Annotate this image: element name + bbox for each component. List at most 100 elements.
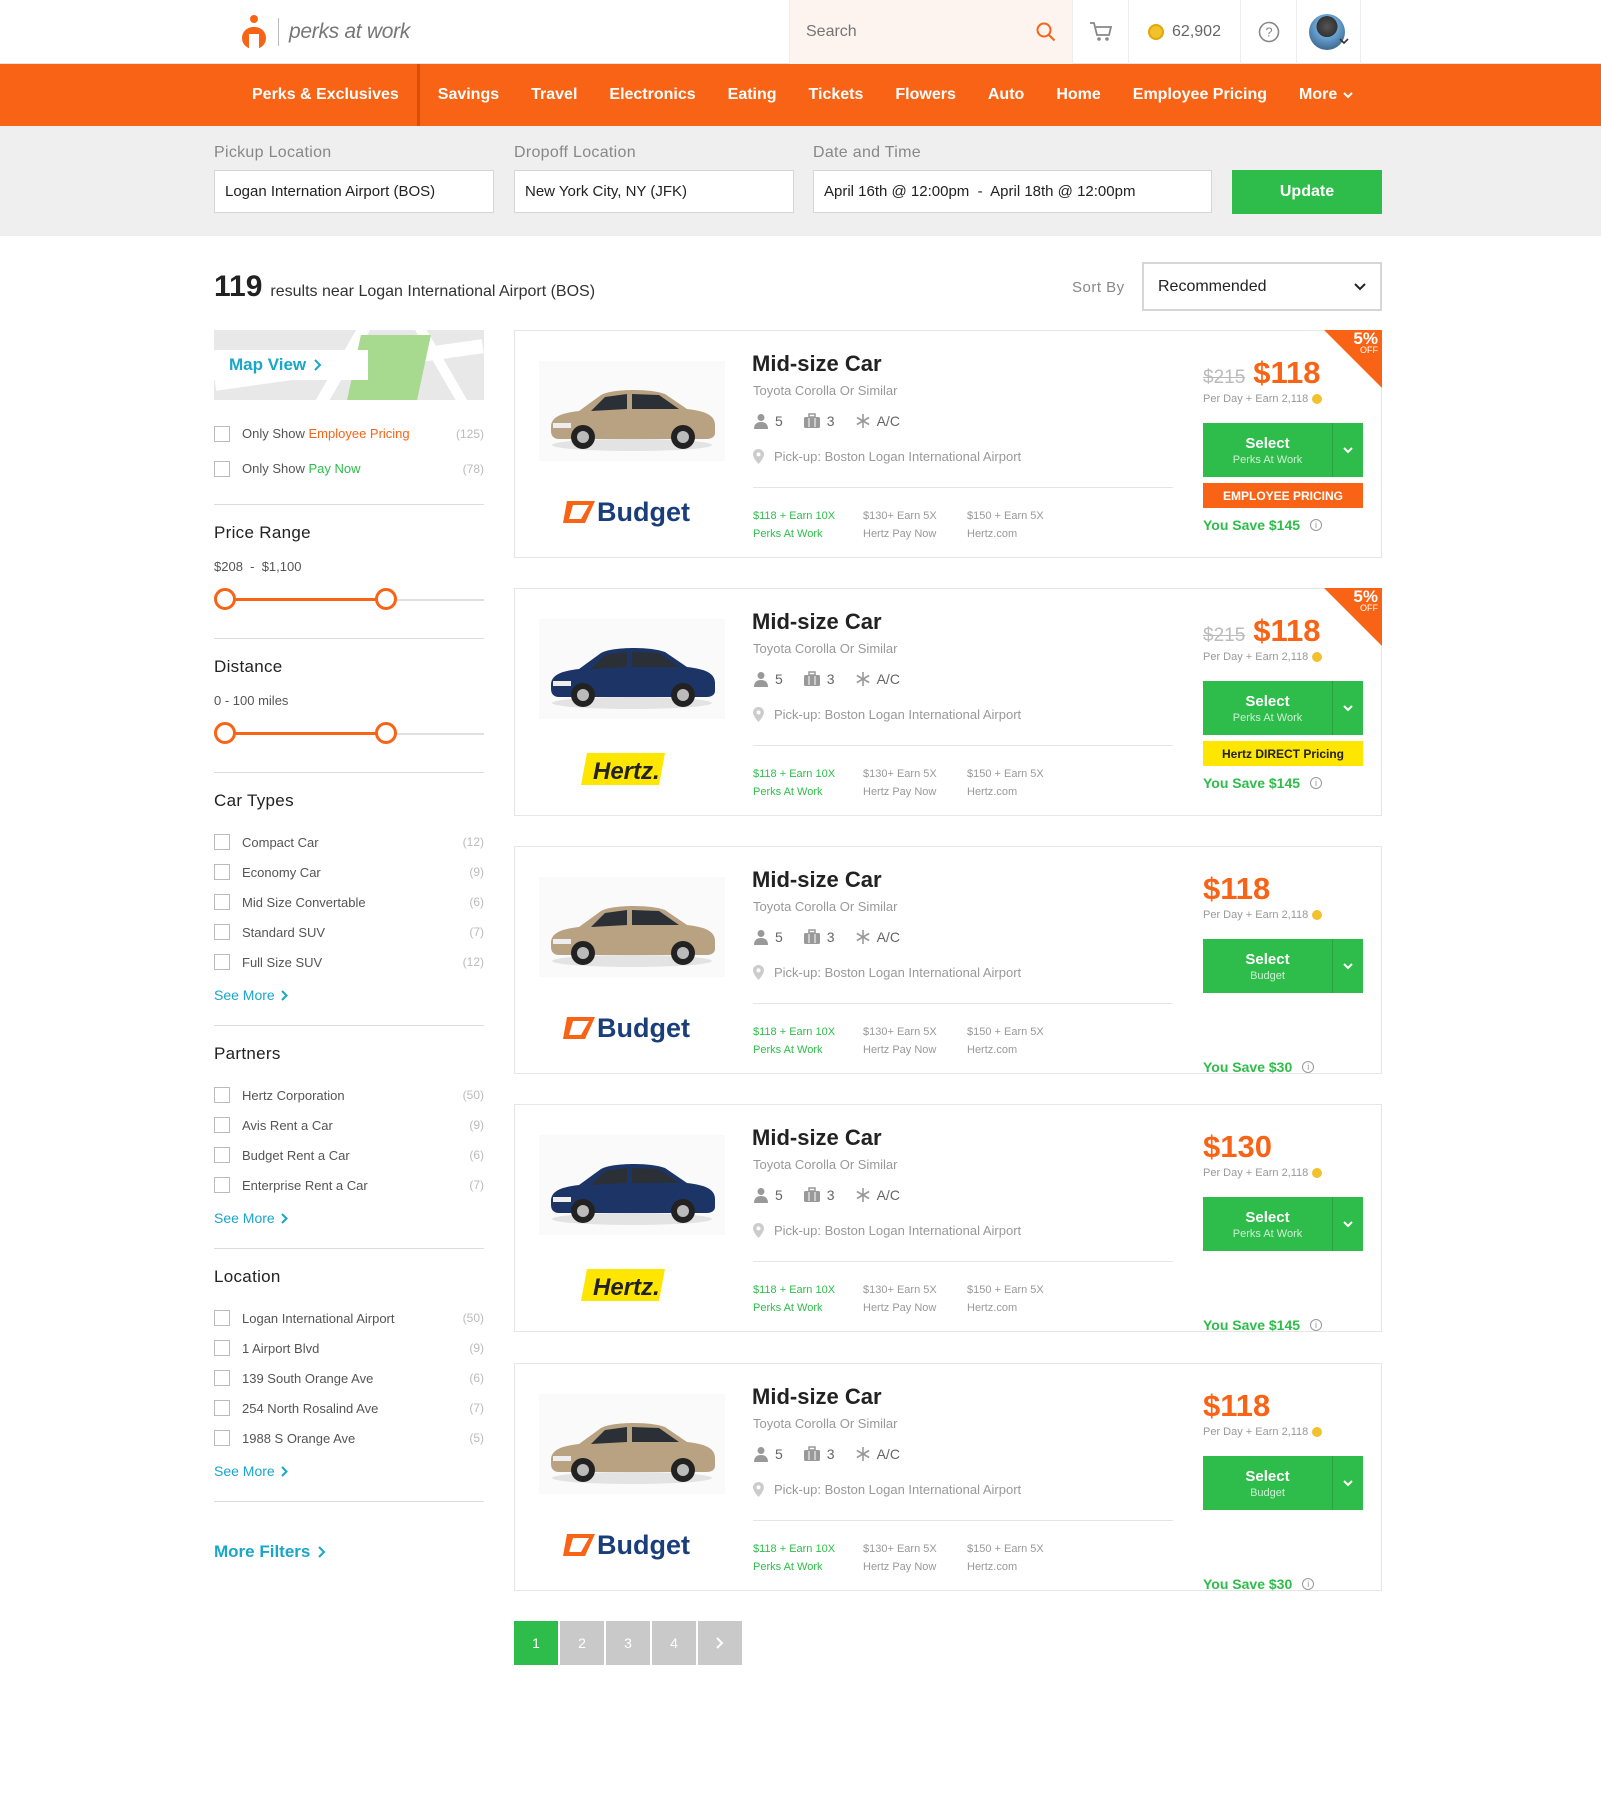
rate-option[interactable]: $130+ Earn 5X Hertz Pay Now [863, 1023, 937, 1059]
update-button[interactable]: Update [1232, 170, 1382, 214]
search-input[interactable] [806, 23, 1036, 41]
rate-option[interactable]: $150 + Earn 5X Hertz.com [967, 1540, 1044, 1576]
checkbox[interactable] [214, 1430, 230, 1446]
car-class-title[interactable]: Mid-size Car [752, 1384, 882, 1410]
checkbox[interactable] [214, 1400, 230, 1416]
nav-item-home[interactable]: Home [1040, 64, 1116, 126]
checkbox[interactable] [214, 1340, 230, 1356]
car-type-filter[interactable]: Economy Car (9) [214, 857, 484, 887]
checkbox[interactable] [214, 425, 230, 442]
car-class-title[interactable]: Mid-size Car [752, 1125, 882, 1151]
checkbox[interactable] [214, 1087, 230, 1103]
partner-filter[interactable]: Avis Rent a Car (9) [214, 1110, 484, 1140]
rate-option[interactable]: $130+ Earn 5X Hertz Pay Now [863, 1540, 937, 1576]
checkbox[interactable] [214, 924, 230, 940]
rate-option[interactable]: $130+ Earn 5X Hertz Pay Now [863, 1281, 937, 1317]
car-type-filter[interactable]: Mid Size Convertable (6) [214, 887, 484, 917]
distance-max-handle[interactable] [375, 722, 398, 744]
nav-item-perks-exclusives[interactable]: Perks & Exclusives [236, 64, 420, 126]
car-photo[interactable] [539, 1394, 725, 1494]
nav-item-auto[interactable]: Auto [972, 64, 1040, 126]
page-button[interactable]: 2 [560, 1621, 604, 1665]
rate-option[interactable]: $130+ Earn 5X Hertz Pay Now [863, 765, 937, 801]
date-input[interactable]: April 16th @ 12:00pm - April 18th @ 12:0… [813, 170, 1212, 213]
sort-select[interactable]: Recommended [1142, 262, 1382, 311]
nav-item-eating[interactable]: Eating [712, 64, 793, 126]
see-more-link[interactable]: See More [214, 1210, 288, 1226]
nav-item-employee-pricing[interactable]: Employee Pricing [1117, 64, 1283, 126]
location-filter[interactable]: Logan International Airport (50) [214, 1303, 484, 1333]
pickup-input[interactable]: Logan Internation Airport (BOS) [214, 170, 494, 213]
location-filter[interactable]: 139 South Orange Ave (6) [214, 1363, 484, 1393]
checkbox[interactable] [214, 1177, 230, 1193]
search-icon[interactable] [1036, 22, 1056, 42]
map-thumbnail[interactable]: Map View [214, 330, 484, 400]
car-photo[interactable] [539, 1135, 725, 1235]
checkbox[interactable] [214, 834, 230, 850]
nav-item-savings[interactable]: Savings [422, 64, 515, 126]
car-photo[interactable] [539, 361, 725, 461]
car-type-filter[interactable]: Compact Car (12) [214, 827, 484, 857]
select-button[interactable]: Select Budget [1203, 1456, 1363, 1510]
location-filter[interactable]: 254 North Rosalind Ave (7) [214, 1393, 484, 1423]
logo[interactable]: perks at work [240, 14, 410, 50]
select-button[interactable]: Select Perks At Work [1203, 681, 1363, 735]
select-main[interactable]: Select Budget [1203, 939, 1333, 993]
rate-option[interactable]: $150 + Earn 5X Hertz.com [967, 765, 1044, 801]
car-class-title[interactable]: Mid-size Car [752, 609, 882, 635]
partner-filter[interactable]: Enterprise Rent a Car (7) [214, 1170, 484, 1200]
select-button[interactable]: Select Perks At Work [1203, 423, 1363, 477]
partner-filter[interactable]: Budget Rent a Car (6) [214, 1140, 484, 1170]
rate-option[interactable]: $150 + Earn 5X Hertz.com [967, 1281, 1044, 1317]
select-main[interactable]: Select Perks At Work [1203, 423, 1333, 477]
rate-option[interactable]: $150 + Earn 5X Hertz.com [967, 507, 1044, 543]
price-slider[interactable] [214, 588, 484, 612]
car-type-filter[interactable]: Full Size SUV (12) [214, 947, 484, 977]
select-button[interactable]: Select Perks At Work [1203, 1197, 1363, 1251]
select-dropdown-toggle[interactable] [1333, 1456, 1363, 1510]
rate-option[interactable]: $150 + Earn 5X Hertz.com [967, 1023, 1044, 1059]
distance-slider[interactable] [214, 722, 484, 746]
rate-option[interactable]: $118 + Earn 10X Perks At Work [753, 765, 835, 801]
info-icon[interactable]: i [1310, 1319, 1323, 1331]
price-max-handle[interactable] [375, 588, 398, 610]
select-main[interactable]: Select Budget [1203, 1456, 1333, 1510]
map-view-button[interactable]: Map View [214, 350, 368, 380]
car-class-title[interactable]: Mid-size Car [752, 351, 882, 377]
quick-filter[interactable]: Only Show Employee Pricing (125) [214, 416, 484, 451]
nav-item-more[interactable]: More [1283, 64, 1369, 126]
checkbox[interactable] [214, 894, 230, 910]
select-dropdown-toggle[interactable] [1333, 939, 1363, 993]
page-button[interactable]: 3 [606, 1621, 650, 1665]
car-photo[interactable] [539, 877, 725, 977]
more-filters-link[interactable]: More Filters [214, 1542, 326, 1562]
select-button[interactable]: Select Budget [1203, 939, 1363, 993]
price-min-handle[interactable] [214, 588, 236, 610]
distance-min-handle[interactable] [214, 722, 236, 744]
location-filter[interactable]: 1 Airport Blvd (9) [214, 1333, 484, 1363]
points-balance[interactable]: 62,902 [1129, 0, 1241, 64]
checkbox[interactable] [214, 1370, 230, 1386]
nav-item-electronics[interactable]: Electronics [593, 64, 711, 126]
quick-filter[interactable]: Only Show Pay Now (78) [214, 451, 484, 486]
info-icon[interactable]: i [1310, 519, 1323, 531]
location-filter[interactable]: 1988 S Orange Ave (5) [214, 1423, 484, 1453]
see-more-link[interactable]: See More [214, 1463, 288, 1479]
cart-button[interactable] [1073, 0, 1129, 64]
rate-option[interactable]: $118 + Earn 10X Perks At Work [753, 1540, 835, 1576]
help-button[interactable]: ? [1241, 0, 1297, 64]
nav-item-tickets[interactable]: Tickets [793, 64, 880, 126]
checkbox[interactable] [214, 1147, 230, 1163]
car-photo[interactable] [539, 619, 725, 719]
nav-item-flowers[interactable]: Flowers [879, 64, 971, 126]
checkbox[interactable] [214, 1117, 230, 1133]
checkbox[interactable] [214, 1310, 230, 1326]
rate-option[interactable]: $130+ Earn 5X Hertz Pay Now [863, 507, 937, 543]
info-icon[interactable]: i [1302, 1578, 1315, 1590]
select-dropdown-toggle[interactable] [1333, 1197, 1363, 1251]
select-main[interactable]: Select Perks At Work [1203, 1197, 1333, 1251]
select-dropdown-toggle[interactable] [1333, 423, 1363, 477]
page-button[interactable]: 4 [652, 1621, 696, 1665]
rate-option[interactable]: $118 + Earn 10X Perks At Work [753, 1023, 835, 1059]
checkbox[interactable] [214, 954, 230, 970]
